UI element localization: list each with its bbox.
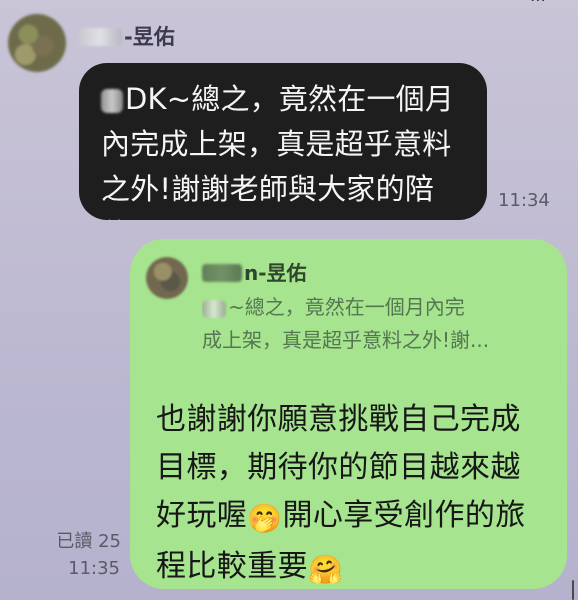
- incoming-sender: -昱佑: [78, 24, 175, 50]
- more-options-icon[interactable]: ⋯: [530, 0, 552, 8]
- hugging-face-emoji-icon: 🤗: [308, 553, 344, 586]
- blurred-quoted-name: [202, 264, 242, 282]
- quoted-avatar: [146, 257, 188, 299]
- sender-name: -昱佑: [124, 24, 175, 49]
- incoming-message-text: DK~總之，竟然在一個月內完成上架，真是超乎意料之外!謝謝老師與大家的陪伴！: [101, 77, 469, 220]
- scrollbar[interactable]: [572, 580, 574, 600]
- read-status: 已讀 25: [56, 531, 121, 552]
- blurred-name-segment: [78, 28, 122, 46]
- quoted-header: n-昱佑: [202, 261, 307, 285]
- outgoing-message-bubble[interactable]: n-昱佑 ~總之，竟然在一個月內完 成上架，真是超乎意料之外!謝... 也謝謝你…: [130, 239, 567, 589]
- quoted-preview-line-2: 成上架，真是超乎意料之外!謝...: [202, 324, 545, 357]
- quoted-sender-name: n-昱佑: [244, 261, 307, 285]
- incoming-timestamp: 11:34: [498, 190, 550, 211]
- incoming-message-body: DK~總之，竟然在一個月內完成上架，真是超乎意料之外!謝謝老師與大家的陪伴！: [101, 82, 455, 220]
- quoted-preview-text-2: 成上架，真是超乎意料之外!謝...: [202, 328, 490, 352]
- face-with-hand-over-mouth-emoji-icon: 🤭: [247, 502, 283, 535]
- quoted-preview-text-1: ~總之，竟然在一個月內完: [228, 295, 465, 319]
- avatar[interactable]: [8, 14, 66, 72]
- outgoing-timestamp: 11:35: [68, 558, 120, 579]
- outgoing-message-text: 也謝謝你願意挑戰自己完成目標，期待你的節目越來越好玩喔🤭開心享受創作的旅程比較重…: [156, 396, 542, 589]
- blurred-quoted-text: [202, 299, 226, 318]
- incoming-message-bubble[interactable]: DK~總之，竟然在一個月內完成上架，真是超乎意料之外!謝謝老師與大家的陪伴！: [79, 63, 487, 220]
- blurred-text-segment: [101, 89, 123, 113]
- quoted-preview-line-1: ~總之，竟然在一個月內完: [202, 291, 545, 324]
- quoted-message-preview[interactable]: ~總之，竟然在一個月內完 成上架，真是超乎意料之外!謝...: [202, 291, 545, 357]
